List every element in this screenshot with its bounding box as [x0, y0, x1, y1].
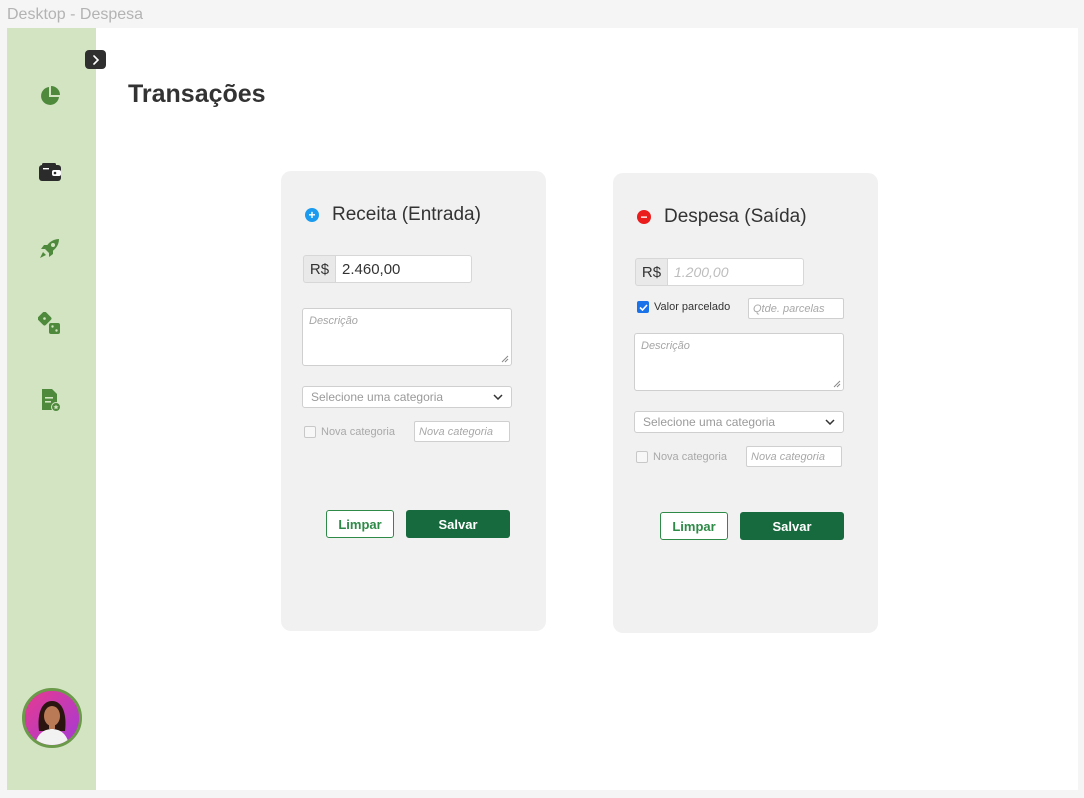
checkmark-icon — [638, 303, 648, 311]
wallet-icon — [39, 163, 61, 181]
new-category-placeholder: Nova categoria — [419, 425, 493, 438]
sidebar-toggle-button[interactable] — [85, 50, 106, 69]
description-placeholder: Descrição — [641, 340, 690, 352]
category-select-value: Selecione uma categoria — [311, 390, 444, 404]
new-category-label: Nova categoria — [321, 426, 395, 438]
sidebar-item-games[interactable] — [38, 312, 62, 336]
currency-label: R$ — [635, 258, 667, 286]
expense-card-title: Despesa (Saída) — [664, 206, 807, 227]
expense-new-category-toggle[interactable]: Nova categoria — [636, 451, 727, 463]
rocket-icon — [40, 239, 59, 258]
income-amount-input[interactable]: 2.460,00 — [335, 255, 472, 283]
income-description-textarea[interactable]: Descrição — [302, 308, 512, 366]
pie-chart-icon — [41, 86, 60, 105]
description-placeholder: Descrição — [309, 315, 358, 327]
expense-amount-input[interactable]: 1.200,00 — [667, 258, 804, 286]
sidebar — [7, 28, 106, 790]
new-category-checkbox[interactable] — [304, 426, 316, 438]
expense-amount-group: R$ 1.200,00 — [635, 258, 804, 286]
income-new-category-toggle[interactable]: Nova categoria — [304, 426, 395, 438]
income-card-title: Receita (Entrada) — [332, 204, 481, 225]
sidebar-item-reports[interactable] — [38, 388, 62, 412]
category-select-value: Selecione uma categoria — [643, 415, 776, 429]
minus-circle-icon: − — [637, 210, 651, 224]
income-clear-button[interactable]: Limpar — [326, 510, 394, 538]
chevron-down-icon — [493, 394, 503, 400]
installments-count-input[interactable]: Qtde. parcelas — [748, 298, 844, 319]
user-avatar[interactable] — [22, 688, 82, 748]
sidebar-item-dashboard[interactable] — [38, 84, 62, 108]
resize-handle-icon[interactable] — [501, 355, 509, 363]
income-category-select[interactable]: Selecione uma categoria — [302, 386, 512, 408]
expense-save-button[interactable]: Salvar — [740, 512, 844, 540]
new-category-checkbox[interactable] — [636, 451, 648, 463]
expense-card-header: − Despesa (Saída) — [637, 206, 807, 228]
currency-label: R$ — [303, 255, 335, 283]
expense-description-textarea[interactable]: Descrição — [634, 333, 844, 391]
income-new-category-input[interactable]: Nova categoria — [414, 421, 510, 442]
sidebar-item-goals[interactable] — [38, 236, 62, 260]
document-star-icon — [42, 389, 61, 412]
new-category-label: Nova categoria — [653, 451, 727, 463]
user-photo-icon — [25, 691, 79, 745]
plus-circle-icon: + — [305, 208, 319, 222]
chevron-down-icon — [825, 419, 835, 425]
income-card: + Receita (Entrada) R$ 2.460,00 Descriçã… — [281, 171, 546, 631]
income-amount-group: R$ 2.460,00 — [303, 255, 472, 283]
expense-new-category-input[interactable]: Nova categoria — [746, 446, 842, 467]
income-save-button[interactable]: Salvar — [406, 510, 510, 538]
new-category-placeholder: Nova categoria — [751, 450, 825, 463]
sidebar-item-wallet[interactable] — [38, 160, 62, 184]
dice-icon — [38, 312, 60, 334]
installments-label: Valor parcelado — [654, 301, 731, 313]
installments-toggle[interactable]: Valor parcelado — [637, 301, 730, 313]
expense-clear-button[interactable]: Limpar — [660, 512, 728, 540]
expense-card: − Despesa (Saída) R$ 1.200,00 Valor parc… — [613, 173, 878, 633]
installments-checkbox[interactable] — [637, 301, 649, 313]
page-title: Transações — [128, 80, 266, 108]
income-card-header: + Receita (Entrada) — [305, 204, 481, 226]
expense-category-select[interactable]: Selecione uma categoria — [634, 411, 844, 433]
app-canvas: Transações + Receita (Entrada) R$ 2.460,… — [7, 28, 1078, 790]
frame-title: Desktop - Despesa — [7, 6, 144, 23]
resize-handle-icon[interactable] — [833, 380, 841, 388]
chevron-right-icon — [92, 54, 99, 65]
installments-placeholder: Qtde. parcelas — [753, 302, 825, 315]
